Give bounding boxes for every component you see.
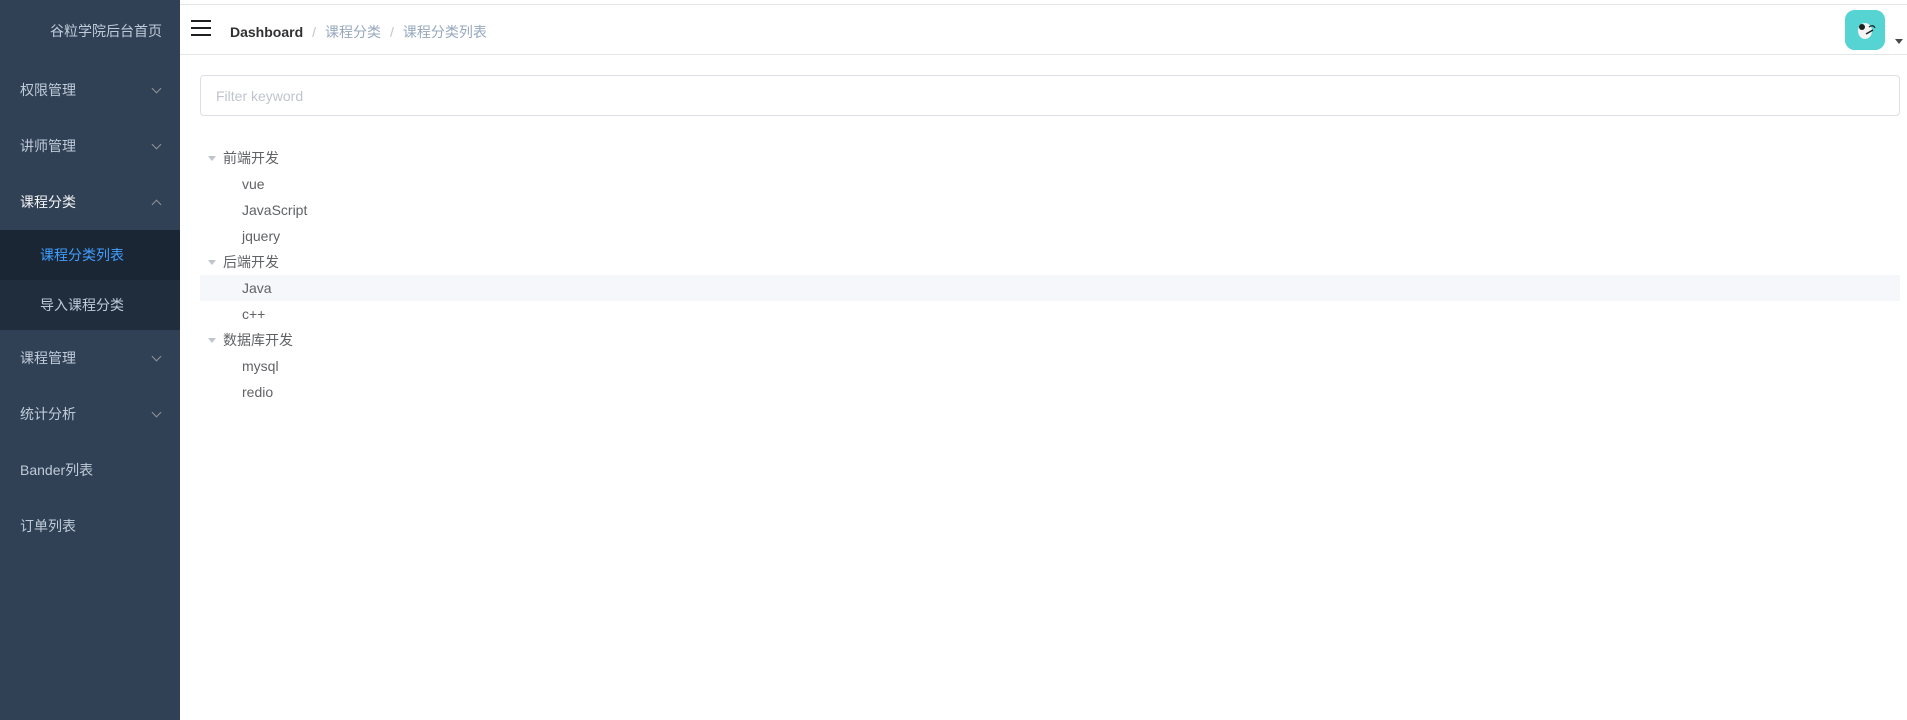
caret-down-icon[interactable] [208,337,216,343]
breadcrumb-separator: / [390,24,394,40]
breadcrumb-separator: / [312,24,317,40]
avatar[interactable] [1845,10,1885,50]
caret-down-icon[interactable] [208,259,216,265]
submenu-item-import-category[interactable]: 导入课程分类 [0,280,180,330]
tree-node[interactable]: 后端开发 [200,249,1900,275]
menu-item-permissions[interactable]: 权限管理 [0,62,180,118]
chevron-down-icon [151,407,162,418]
sidebar: 谷粒学院后台首页 权限管理 讲师管理 课程分类 课程分类列表 导入课程分类 课程… [0,0,180,720]
menu-label: 订单列表 [20,518,76,534]
menu-item-teachers[interactable]: 讲师管理 [0,118,180,174]
tree-node[interactable]: jquery [200,223,1900,249]
caret-down-icon[interactable] [1895,39,1903,44]
menu-item-course-category[interactable]: 课程分类 [0,174,180,230]
chevron-up-icon [151,199,162,210]
menu-label: 讲师管理 [20,138,76,154]
tree-node[interactable]: redio [200,379,1900,405]
tree-node-label: c++ [242,306,266,322]
tree-node[interactable]: JavaScript [200,197,1900,223]
breadcrumb-item-category-list: 课程分类列表 [402,24,487,40]
tree-node-label: redio [242,384,274,400]
caret-down-icon[interactable] [208,155,216,161]
tree-node-label: JavaScript [242,202,308,218]
submenu-item-category-list[interactable]: 课程分类列表 [0,230,180,280]
tree-node-label: jquery [242,228,281,244]
breadcrumb: Dashboard / 课程分类 / 课程分类列表 [230,22,487,42]
menu-item-courses[interactable]: 课程管理 [0,330,180,386]
menu-label: Bander列表 [20,462,94,478]
menu-item-order-list[interactable]: 订单列表 [0,498,180,554]
menu-item-statistics[interactable]: 统计分析 [0,386,180,442]
menu-label: 权限管理 [20,82,76,98]
tree-node[interactable]: vue [200,171,1900,197]
navbar: Dashboard / 课程分类 / 课程分类列表 [180,5,1907,55]
sidebar-logo[interactable]: 谷粒学院后台首页 [0,0,180,62]
tree-node[interactable]: Java [200,275,1900,301]
chevron-down-icon [151,351,162,362]
hamburger-icon[interactable] [191,20,211,36]
tree-node-label: 后端开发 [223,254,279,270]
submenu-course-category: 课程分类列表 导入课程分类 [0,230,180,330]
menu-item-banner-list[interactable]: Bander列表 [0,442,180,498]
tree-node[interactable]: c++ [200,301,1900,327]
tree-node-label: Java [242,280,272,296]
app-root: 谷粒学院后台首页 权限管理 讲师管理 课程分类 课程分类列表 导入课程分类 课程… [0,0,1907,720]
breadcrumb-item-dashboard[interactable]: Dashboard [230,24,303,40]
chevron-down-icon [151,83,162,94]
main-area: Dashboard / 课程分类 / 课程分类列表 Filter keyword… [180,0,1907,720]
tree-node[interactable]: mysql [200,353,1900,379]
tree-node-label: vue [242,176,265,192]
tree-node-label: mysql [242,358,279,374]
menu-label: 统计分析 [20,406,76,422]
tree-node[interactable]: 数据库开发 [200,327,1900,353]
category-tree: 前端开发 vue JavaScript jquery 后端开发 Java c++ [200,145,1900,405]
tree-node-label: 数据库开发 [223,332,293,348]
menu-label: 课程分类 [20,194,76,210]
breadcrumb-item-category: 课程分类 [325,24,382,40]
chevron-down-icon [151,139,162,150]
tree-node[interactable]: 前端开发 [200,145,1900,171]
tree-node-label: 前端开发 [223,150,279,166]
filter-input[interactable] [200,75,1900,116]
menu-label: 课程管理 [20,350,76,366]
